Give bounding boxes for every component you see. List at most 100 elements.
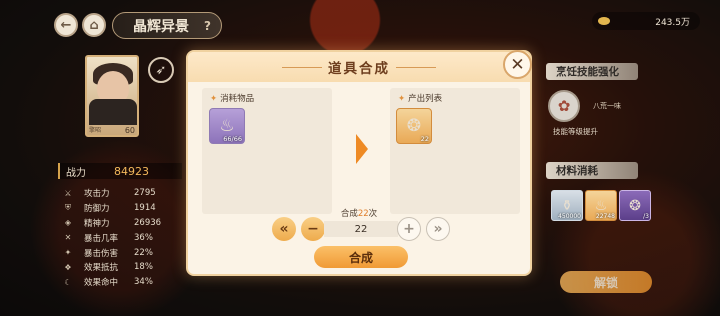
sword-icon: ⚔ [64,188,72,198]
stat-name: 暴击伤害 [84,248,119,259]
materials-title: 材料消耗 [546,162,638,179]
input-item-count: 66/66 [223,135,242,143]
count-number: 22 [357,209,369,219]
close-icon: ✕ [510,54,525,75]
skill-desc: 技能等级提升 [553,127,598,136]
input-pane: ✦ 消耗物品 ♨ 66/66 [202,88,332,214]
synthesis-count: 合成22次 [188,207,530,219]
output-item-count: 22 [420,135,429,143]
stat-value: 1914 [134,203,156,214]
stat-name: 暴击几率 [84,233,119,244]
home-button[interactable]: ⌂ [82,13,106,37]
star-icon: ✦ [398,94,406,104]
portrait-coat [89,99,137,125]
max-button[interactable]: » [426,217,450,241]
double-chevron-left-icon: « [279,221,289,237]
material-slot[interactable]: ❂ /3 [619,190,651,221]
min-button[interactable]: « [272,217,296,241]
currency-value: 243.5万 [655,17,690,28]
coin-icon [598,17,610,25]
accuracy-icon: ☾ [64,277,72,287]
input-label-text: 消耗物品 [220,94,255,104]
material-slot[interactable]: ♨ 22748 [585,190,617,221]
arrow-right-icon [356,134,368,164]
character-portrait[interactable]: 擎昭 60 [85,55,139,137]
skill-name: 八荒一味 [593,102,621,110]
plus-button[interactable]: + [397,217,421,241]
material-slot[interactable]: ⚱ 450000 [551,190,583,221]
stat-name: 精神力 [84,218,110,229]
power-bar: 战力 84923 [58,163,182,179]
dialog-header: 道具合成 [188,52,530,82]
material-count: 450000 [558,213,581,220]
cooking-icon: ✿ [557,97,571,115]
resist-icon: ❖ [64,262,72,272]
bow-icon: ➶ [155,62,167,78]
count-prefix: 合成 [340,209,358,219]
skill-icon-button[interactable]: ✿ [548,90,580,122]
crit-dmg-icon: ✦ [64,248,72,258]
stat-value: 26936 [134,217,162,228]
header-ornament [396,66,436,68]
fire-gem-icon: ♨ [219,116,235,136]
output-item[interactable]: ❂ 22 [396,108,432,144]
stat-value: 2795 [134,188,156,199]
double-chevron-right-icon: » [433,221,443,237]
stat-value: 18% [134,262,153,273]
back-button[interactable]: ← [54,13,78,37]
currency-display: 243.5万 [592,12,700,30]
home-icon: ⌂ [89,17,99,33]
weapon-button[interactable]: ➶ [148,57,174,83]
back-arrow-icon: ← [60,17,72,33]
material-count: /3 [643,213,649,220]
stat-value: 36% [134,232,153,243]
input-label: ✦ 消耗物品 [210,92,254,104]
fire-gem-icon: ♨ [594,197,608,214]
plus-icon: + [403,221,415,237]
stat-name: 效果抵抗 [84,263,119,274]
stat-row: ✦ 暴击伤害 22% [58,245,182,260]
unlock-button[interactable]: 解锁 [560,271,652,293]
stat-name: 攻击力 [84,189,110,200]
crystal-icon: ❂ [629,197,641,214]
stat-row: ✕ 暴击几率 36% [58,230,182,245]
synthesize-button[interactable]: 合成 [314,246,408,268]
stat-row: ⚔ 攻击力 2795 [58,186,182,201]
crit-rate-icon: ✕ [64,233,72,243]
minus-button[interactable]: − [301,217,325,241]
character-name: 擎昭 [89,127,102,134]
output-label-text: 产出列表 [408,94,443,104]
help-icon[interactable]: ? [204,19,211,33]
stat-name: 防御力 [84,204,110,215]
output-label: ✦ 产出列表 [398,92,442,104]
dialog-title: 道具合成 [328,61,390,77]
synthesis-dialog: 道具合成 ✦ 消耗物品 ♨ 66/66 ✦ 产出列表 ❂ 22 合成22次 « − … [186,50,532,276]
character-level: 60 [124,126,135,135]
output-pane: ✦ 产出列表 ❂ 22 [390,88,520,214]
minus-icon: − [307,221,319,237]
page-title-plate: 晶辉异景 ? [112,12,222,39]
spirit-icon: ◈ [64,218,72,228]
stat-row: ◈ 精神力 26936 [58,216,182,231]
input-item[interactable]: ♨ 66/66 [209,108,245,144]
count-suffix: 次 [368,209,378,219]
stat-name: 效果命中 [84,278,119,289]
stat-value: 22% [134,247,153,258]
stat-row: ⛨ 防御力 1914 [58,201,182,216]
star-icon: ✦ [210,94,218,104]
page-title: 晶辉异景 [133,18,189,35]
potion-icon: ⚱ [561,197,573,214]
close-button[interactable]: ✕ [503,50,532,79]
power-label: 战力 [66,167,86,179]
stat-row: ❖ 效果抵抗 18% [58,260,182,275]
skill-section-title: 烹饪技能强化 [546,63,638,80]
quantity-input[interactable] [324,221,398,237]
header-ornament [282,66,322,68]
shield-icon: ⛨ [65,203,71,213]
stat-value: 34% [134,277,153,288]
power-value: 84923 [114,164,149,178]
stat-row: ☾ 效果命中 34% [58,275,182,290]
material-count: 22748 [595,213,615,220]
ornate-gem-icon: ❂ [406,116,422,136]
stats-list: ⚔ 攻击力 2795 ⛨ 防御力 1914 ◈ 精神力 26936 ✕ 暴击几率 36% ✦ 暴击… [58,186,182,290]
